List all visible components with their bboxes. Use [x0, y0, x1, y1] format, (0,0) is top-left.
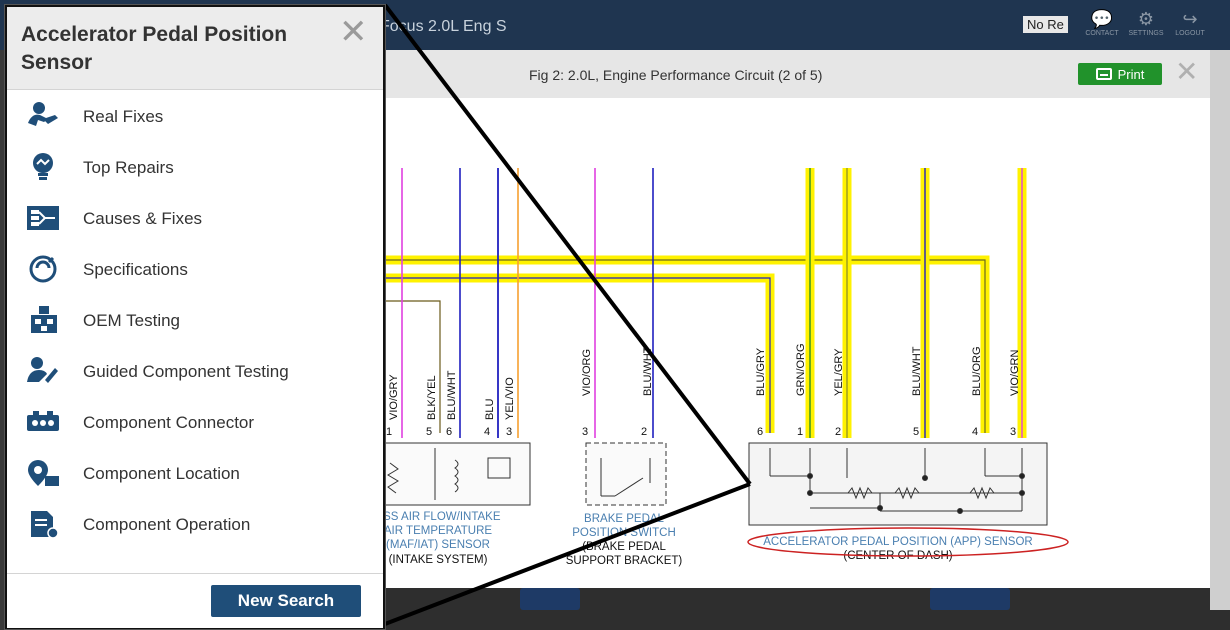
top-repairs-icon — [33, 153, 53, 180]
menu-item-component-connector[interactable]: Component Connector — [7, 397, 383, 448]
menu-item-component-operation[interactable]: Component Operation — [7, 499, 383, 550]
component-menu: Real Fixes Top Repairs Causes & Fixes Sp… — [7, 91, 383, 550]
panel-header: Accelerator Pedal Position Sensor ✕ — [7, 7, 383, 90]
close-icon[interactable]: ✕ — [339, 15, 368, 49]
specifications-icon — [29, 255, 57, 283]
real-fixes-icon — [28, 102, 58, 126]
menu-item-oem-testing[interactable]: OEM Testing — [7, 295, 383, 346]
component-panel: Accelerator Pedal Position Sensor ✕ Real… — [5, 5, 385, 629]
panel-footer: New Search — [7, 573, 383, 628]
guided-testing-icon — [27, 357, 58, 383]
causes-fixes-icon — [27, 206, 59, 230]
panel-title: Accelerator Pedal Position Sensor — [21, 23, 288, 74]
menu-item-specifications[interactable]: Specifications — [7, 244, 383, 295]
connector-icon — [27, 411, 59, 431]
operation-icon — [31, 511, 59, 539]
menu-item-real-fixes[interactable]: Real Fixes — [7, 91, 383, 142]
menu-item-top-repairs[interactable]: Top Repairs — [7, 142, 383, 193]
menu-item-causes-fixes[interactable]: Causes & Fixes — [7, 193, 383, 244]
location-icon — [28, 460, 59, 486]
oem-testing-icon — [31, 306, 57, 333]
menu-item-guided-component-testing[interactable]: Guided Component Testing — [7, 346, 383, 397]
new-search-button[interactable]: New Search — [211, 585, 361, 617]
menu-item-component-location[interactable]: Component Location — [7, 448, 383, 499]
